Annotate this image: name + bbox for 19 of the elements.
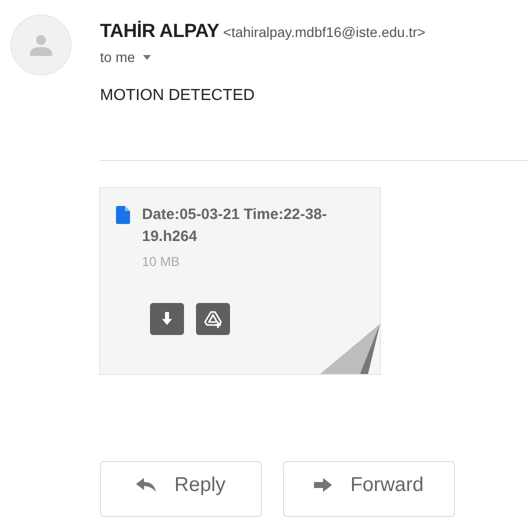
attachment-size: 10 MB bbox=[142, 254, 181, 269]
dropdown-caret-icon[interactable] bbox=[143, 54, 152, 60]
avatar-icon bbox=[10, 14, 72, 76]
sender-name: TAHİR ALPAY bbox=[100, 21, 220, 42]
message-body: MOTION DETECTED bbox=[100, 87, 256, 105]
attachment-card[interactable]: Date:05-03-21 Time:22-38-19.h264 10 MB bbox=[99, 187, 381, 375]
download-button[interactable] bbox=[150, 303, 184, 335]
forward-arrow-icon bbox=[314, 478, 332, 492]
download-arrow-icon bbox=[161, 312, 173, 326]
drive-add-icon bbox=[203, 309, 223, 329]
attachment-filename: Date:05-03-21 Time:22-38-19.h264 bbox=[142, 205, 328, 247]
file-icon bbox=[116, 206, 130, 224]
reply-button[interactable]: Reply bbox=[100, 461, 262, 517]
recipient-label: to me bbox=[100, 49, 136, 65]
sender-email: <tahiralpay.mdbf16@iste.edu.tr> bbox=[223, 24, 426, 40]
save-to-drive-button[interactable] bbox=[196, 303, 230, 335]
reply-arrow-icon bbox=[136, 478, 156, 492]
forward-button[interactable]: Forward bbox=[283, 461, 455, 517]
page-fold-drawing bbox=[320, 324, 380, 374]
